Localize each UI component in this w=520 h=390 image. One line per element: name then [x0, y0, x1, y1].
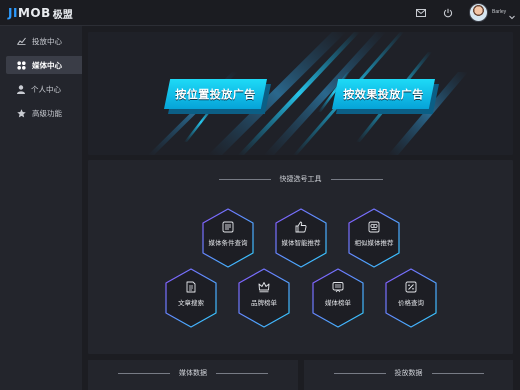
logo-chinese: 极盟 [52, 9, 73, 21]
list-icon [222, 221, 234, 233]
sidebar-item-label: 媒体中心 [32, 60, 62, 70]
compare-icon [368, 221, 380, 233]
banner-button-label: 按效果投放广告 [343, 89, 424, 101]
logo-wordmark: JIMOB [8, 6, 51, 20]
mail-icon[interactable] [414, 6, 428, 20]
thumb-up-icon [295, 221, 307, 233]
campaign-data-title-text: 投放数据 [394, 370, 423, 377]
user-icon [17, 84, 25, 94]
quick-tools-title: 快捷选号工具 [88, 174, 513, 184]
sidebar-item-campaign-center[interactable]: 投放中心 [6, 32, 82, 50]
grid-icon [17, 60, 26, 70]
tool-label: 相似媒体推荐 [354, 240, 394, 247]
tool-media-condition-query[interactable]: 媒体条件查询 [200, 207, 256, 269]
title-divider [431, 372, 484, 374]
sidebar-item-advanced[interactable]: 高级功能 [6, 104, 82, 122]
tool-label: 媒体条件查询 [208, 240, 248, 247]
title-divider [216, 372, 268, 374]
campaign-data-panel: 投放数据 [304, 360, 513, 390]
tool-media-ranking[interactable]: 媒体榜单 [310, 267, 366, 329]
tool-label: 品牌榜单 [251, 300, 277, 307]
tool-article-search[interactable]: 文章搜索 [163, 267, 219, 329]
tag-icon [405, 281, 417, 293]
logo[interactable]: JIMOB 极盟 [8, 6, 73, 21]
chart-icon [17, 37, 26, 45]
sidebar: 投放中心 媒体中心 个人中心 高级功能 [0, 26, 82, 390]
banner-button-by-placement[interactable]: 按位置投放广告 [164, 79, 271, 114]
power-icon[interactable] [441, 6, 455, 20]
quick-tools-panel: 快捷选号工具 媒体条件查询 媒体智能推荐 相似媒体推荐 文章搜索 品牌榜单 媒体… [88, 160, 513, 354]
chevron-down-icon[interactable] [508, 8, 516, 20]
document-icon [186, 281, 196, 293]
tool-price-query[interactable]: 价格查询 [383, 267, 439, 329]
media-icon [332, 282, 344, 293]
campaign-data-title: 投放数据 [304, 368, 513, 378]
banner-button-label: 按位置投放广告 [175, 89, 256, 101]
sidebar-item-label: 个人中心 [31, 84, 61, 94]
tool-label: 媒体榜单 [325, 300, 351, 307]
tool-label: 价格查询 [398, 300, 424, 307]
media-data-title-text: 媒体数据 [179, 370, 207, 377]
title-divider [118, 372, 170, 374]
tool-label: 文章搜索 [178, 300, 204, 307]
tool-similar-media-recommend[interactable]: 相似媒体推荐 [346, 207, 402, 269]
tool-brand-ranking[interactable]: 品牌榜单 [236, 267, 292, 329]
sidebar-item-media-center[interactable]: 媒体中心 [6, 56, 82, 74]
tool-media-smart-recommend[interactable]: 媒体智能推荐 [273, 207, 329, 269]
crown-icon [258, 282, 270, 293]
banner-button-by-effect[interactable]: 按效果投放广告 [332, 79, 439, 114]
avatar[interactable] [469, 3, 488, 22]
banner-light-streaks [148, 32, 468, 155]
banner: 按位置投放广告 按效果投放广告 [88, 32, 513, 155]
star-icon [17, 108, 26, 117]
top-bar: JIMOB 极盟 Barley [0, 0, 520, 26]
sidebar-item-label: 高级功能 [32, 108, 62, 118]
quick-tools-title-text: 快捷选号工具 [279, 176, 322, 183]
title-divider [330, 178, 383, 180]
media-data-panel: 媒体数据 [88, 360, 298, 390]
media-data-title: 媒体数据 [88, 368, 298, 378]
sidebar-item-label: 投放中心 [32, 36, 62, 46]
tool-label: 媒体智能推荐 [281, 240, 321, 247]
sidebar-item-personal-center[interactable]: 个人中心 [6, 80, 82, 98]
title-divider [218, 178, 271, 180]
title-divider [333, 372, 386, 374]
username[interactable]: Barley [492, 9, 506, 15]
